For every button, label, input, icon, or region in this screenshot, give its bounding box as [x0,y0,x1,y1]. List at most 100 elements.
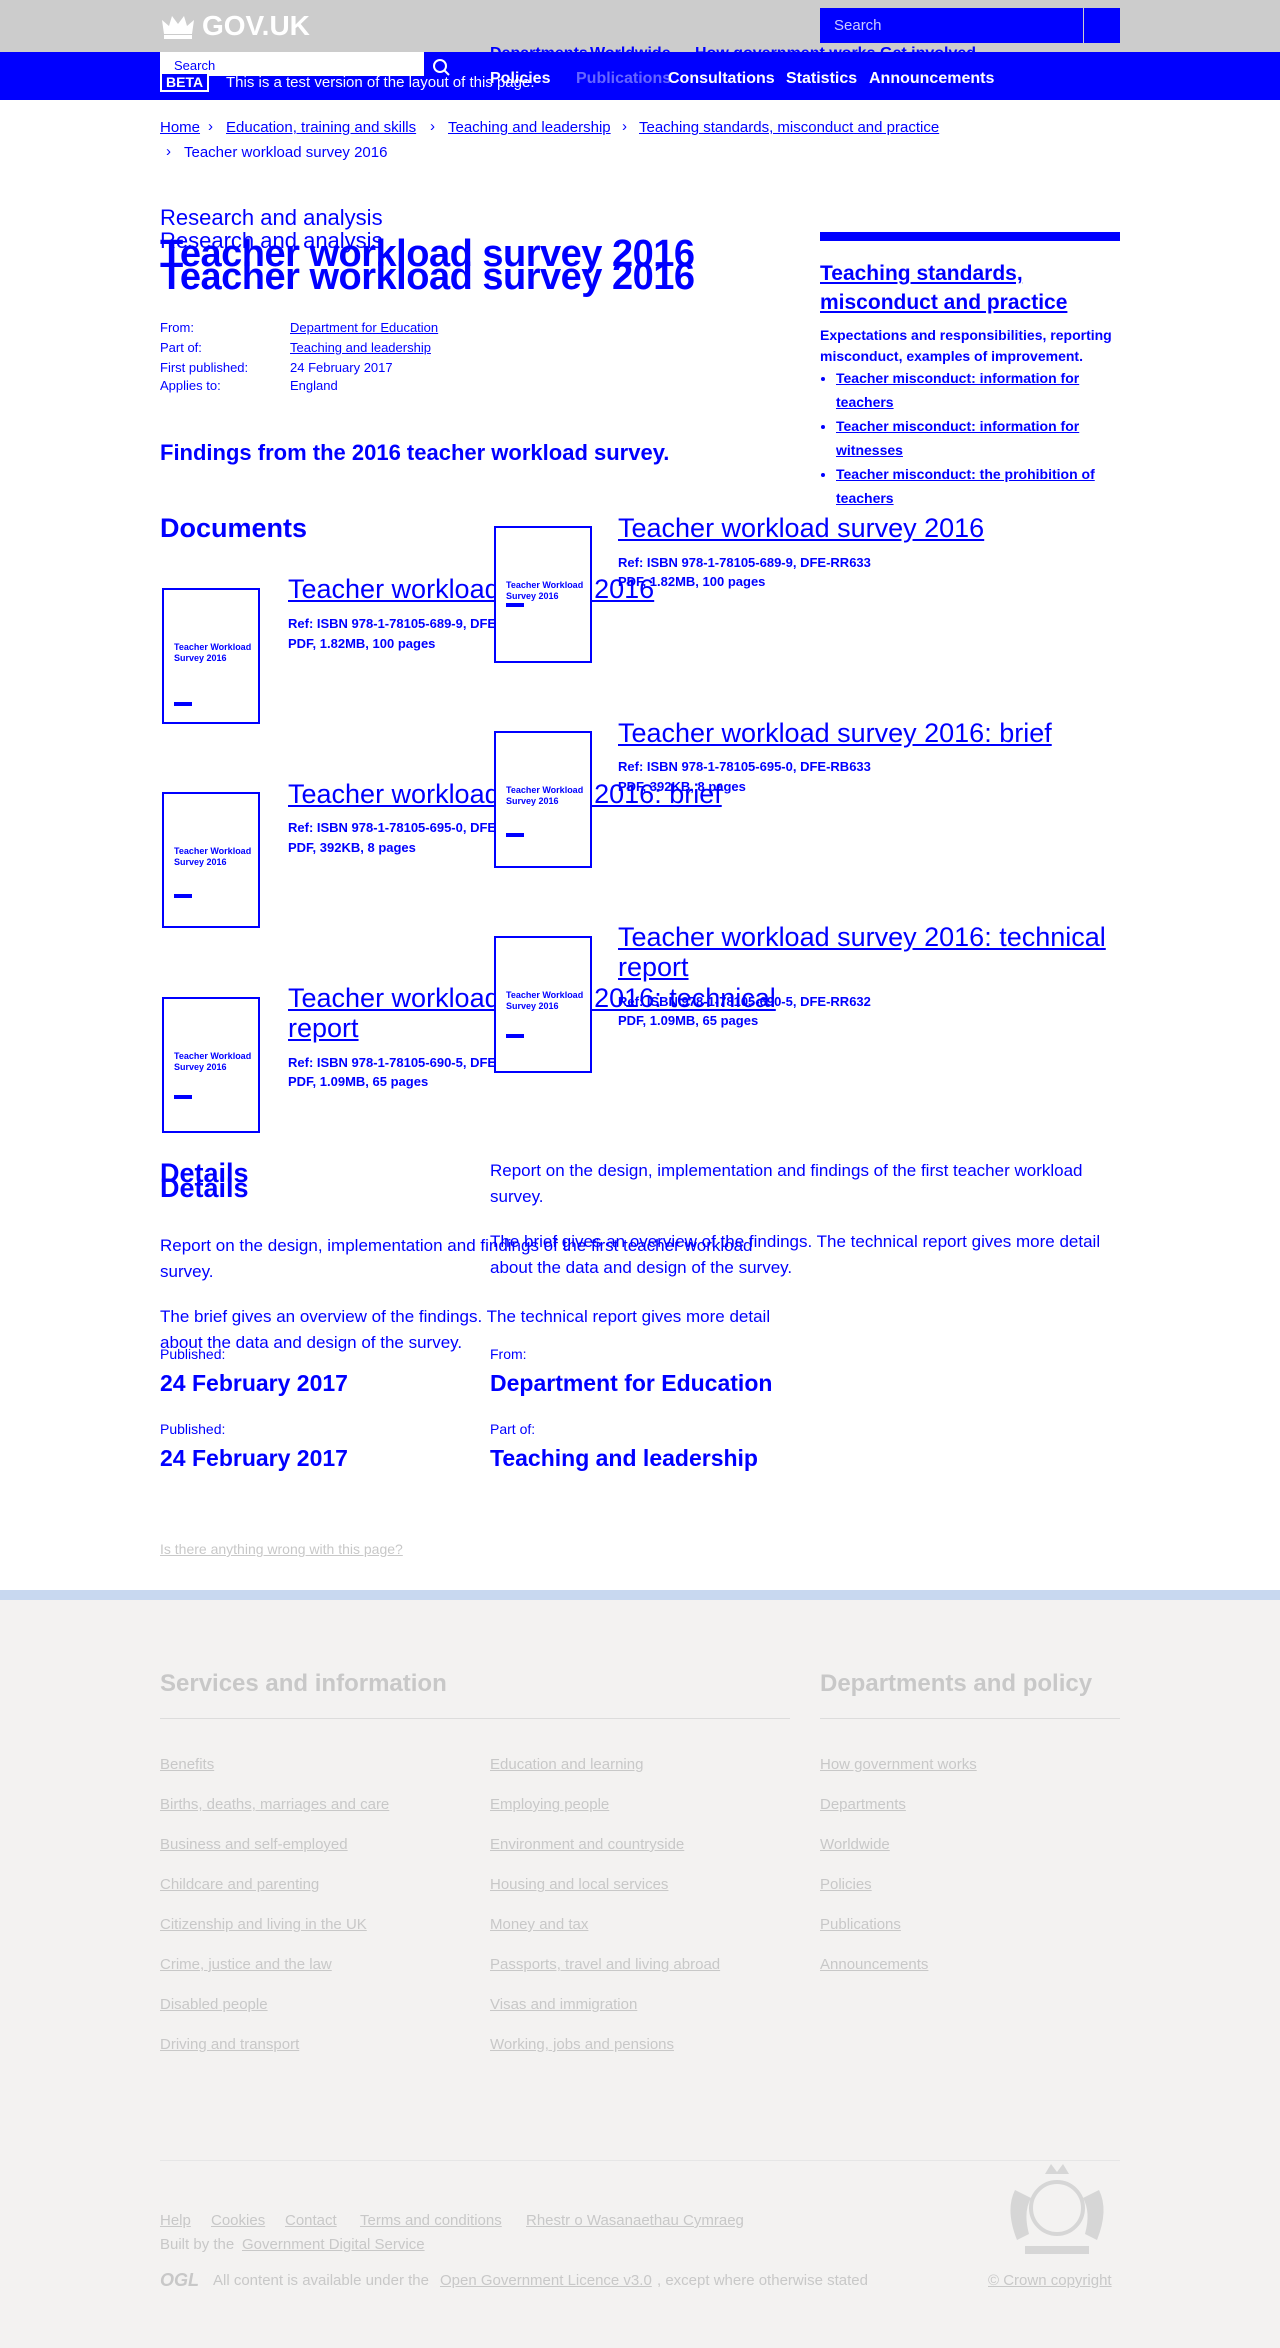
document-title-link[interactable]: Teacher workload survey 2016 [288,574,654,605]
footer-link[interactable]: Education and learning [490,1756,643,1773]
footer-link[interactable]: Births, deaths, marriages and care [160,1796,389,1813]
footer-meta-link[interactable]: Terms and conditions [360,2212,502,2229]
footer-link[interactable]: Publications [820,1916,901,1933]
footer-link[interactable]: Passports, travel and living abroad [490,1956,720,1973]
footer-link[interactable]: How government works [820,1756,977,1773]
footer-meta-link[interactable]: Cookies [211,2212,265,2229]
breadcrumb-teaching-leadership[interactable]: Teaching and leadership [448,119,611,136]
chevron-right-icon: › [208,118,213,135]
built-by-text: Built by the [160,2236,235,2253]
sidebar-description: Expectations and responsibilities, repor… [820,327,1112,364]
footer-link[interactable]: Policies [820,1876,872,1893]
footer-meta-link[interactable]: Contact [285,2212,337,2229]
footer-link[interactable]: Environment and countryside [490,1836,684,1853]
footer-link[interactable]: Driving and transport [160,2036,299,2053]
sidebar-link-teachers[interactable]: Teacher misconduct: information for teac… [836,370,1079,410]
footer-link[interactable]: Working, jobs and pensions [490,2036,674,2053]
page-summary: Findings from the 2016 teacher workload … [160,440,670,465]
nav-worldwide[interactable]: Worldwide [590,45,671,63]
footer-link[interactable]: Departments [820,1796,906,1813]
footer-meta-link[interactable]: Rhestr o Wasanaethau Cymraeg [526,2212,744,2229]
document-title-link[interactable]: Teacher workload survey 2016: technical … [618,922,1118,982]
gds-link[interactable]: Government Digital Service [242,2236,425,2253]
document-title-link[interactable]: Teacher workload survey 2016: brief [618,718,1052,749]
footer-link[interactable]: Employing people [490,1796,609,1813]
inline-search-placeholder: Search [174,58,216,73]
footer-link[interactable]: Citizenship and living in the UK [160,1916,367,1933]
document-thumbnail[interactable]: Teacher Workload Survey 2016 [494,731,592,868]
breadcrumb-teaching-standards[interactable]: Teaching standards, misconduct and pract… [639,119,939,136]
nav-statistics[interactable]: Statistics [786,70,857,88]
document-thumbnail[interactable]: Teacher Workload Survey 2016 [162,792,260,928]
nav-announcements[interactable]: Announcements [869,70,994,88]
meta-from-link[interactable]: Department for Education [290,320,438,335]
footer: Services and information Departments and… [0,1590,1280,2348]
ogl-logo: OGL [160,2270,199,2290]
nav-policies[interactable]: Policies [490,70,550,88]
nav-departments[interactable]: Departments [490,45,588,63]
footer-link[interactable]: Disabled people [160,1996,268,2013]
document-title-link[interactable]: Teacher workload survey 2016 [618,513,984,544]
document-thumbnail[interactable]: Teacher Workload Survey 2016 [162,588,260,724]
footer-link[interactable]: Childcare and parenting [160,1876,319,1893]
footer-link[interactable]: Crime, justice and the law [160,1956,332,1973]
thumbnail-logo [174,1095,192,1099]
document-ref: Ref: ISBN 978-1-78105-695-0, DFE-RB633 [618,759,871,774]
royal-coat-of-arms-icon [1010,2164,1104,2254]
sidebar-link-prohibition[interactable]: Teacher misconduct: the prohibition of t… [836,466,1095,506]
footer-link[interactable]: Announcements [820,1956,928,1973]
nav-consultations[interactable]: Consultations [668,70,775,88]
document-info: PDF, 1.82MB, 100 pages [618,574,766,589]
meta-applies-value: England [290,378,338,393]
details-published-value: 24 February 2017 [160,1445,348,1471]
thumbnail-title: Teacher Workload Survey 2016 [506,785,584,806]
sidebar-title-link[interactable]: Teaching standards, misconduct and pract… [820,259,1120,317]
thumbnail-logo [174,702,192,706]
header-search-input[interactable]: Search [820,8,1083,43]
breadcrumb-home[interactable]: Home [160,119,200,136]
footer-link[interactable]: Money and tax [490,1916,588,1933]
document-info: PDF, 1.09MB, 65 pages [288,1074,429,1089]
document-thumbnail[interactable]: Teacher Workload Survey 2016 [494,936,592,1073]
nav-publications[interactable]: Publications [576,70,671,88]
document-thumbnail[interactable]: Teacher Workload Survey 2016 [494,526,592,663]
govuk-logo[interactable]: GOV.UK [160,10,310,42]
meta-published-label: First published: [160,360,249,375]
nav-get-involved[interactable]: Get involved [880,45,976,63]
details-from-link[interactable]: Department for Education [490,1370,772,1397]
meta-published-value: 24 February 2017 [290,360,393,375]
footer-meta-link[interactable]: Help [160,2212,191,2229]
footer-divider [160,1718,790,1719]
crown-copyright-link[interactable]: © Crown copyright [988,2272,1112,2289]
crown-icon [162,16,194,39]
thumbnail-title: Teacher Workload Survey 2016 [174,642,252,663]
document-info: PDF, 1.82MB, 100 pages [288,636,436,651]
logo-text: GOV.UK [202,10,310,41]
sidebar-link-witnesses[interactable]: Teacher misconduct: information for witn… [836,418,1079,458]
meta-part-link[interactable]: Teaching and leadership [290,340,431,355]
document-thumbnail[interactable]: Teacher Workload Survey 2016 [162,997,260,1133]
footer-departments-heading: Departments and policy [820,1670,1093,1697]
footer-link[interactable]: Benefits [160,1756,214,1773]
meta-from-label: From: [160,320,194,335]
details-part-label: Part of: [490,1421,536,1437]
footer-link[interactable]: Business and self-employed [160,1836,348,1853]
chevron-right-icon: › [430,118,435,135]
report-problem-link[interactable]: Is there anything wrong with this page? [160,1541,403,1557]
nav-how-government-works[interactable]: How government works [695,45,875,63]
footer-link[interactable]: Worldwide [820,1836,890,1853]
details-part-link[interactable]: Teaching and leadership [490,1445,758,1472]
header-search-button[interactable] [1084,8,1120,43]
meta-applies-label: Applies to: [160,378,221,393]
thumbnail-logo [506,833,524,837]
details-heading-echo: Details [160,1173,249,1203]
document-info: PDF, 392KB, 8 pages [288,840,416,855]
thumbnail-title: Teacher Workload Survey 2016 [174,846,252,867]
beta-tag: BETA [160,72,210,92]
footer-link[interactable]: Housing and local services [490,1876,668,1893]
chevron-right-icon: › [166,143,171,160]
sidebar-link-item: Teacher misconduct: information for witn… [836,414,1136,462]
licence-link[interactable]: Open Government Licence v3.0 [440,2272,652,2289]
footer-link[interactable]: Visas and immigration [490,1996,637,2013]
breadcrumb-education[interactable]: Education, training and skills [226,119,416,136]
